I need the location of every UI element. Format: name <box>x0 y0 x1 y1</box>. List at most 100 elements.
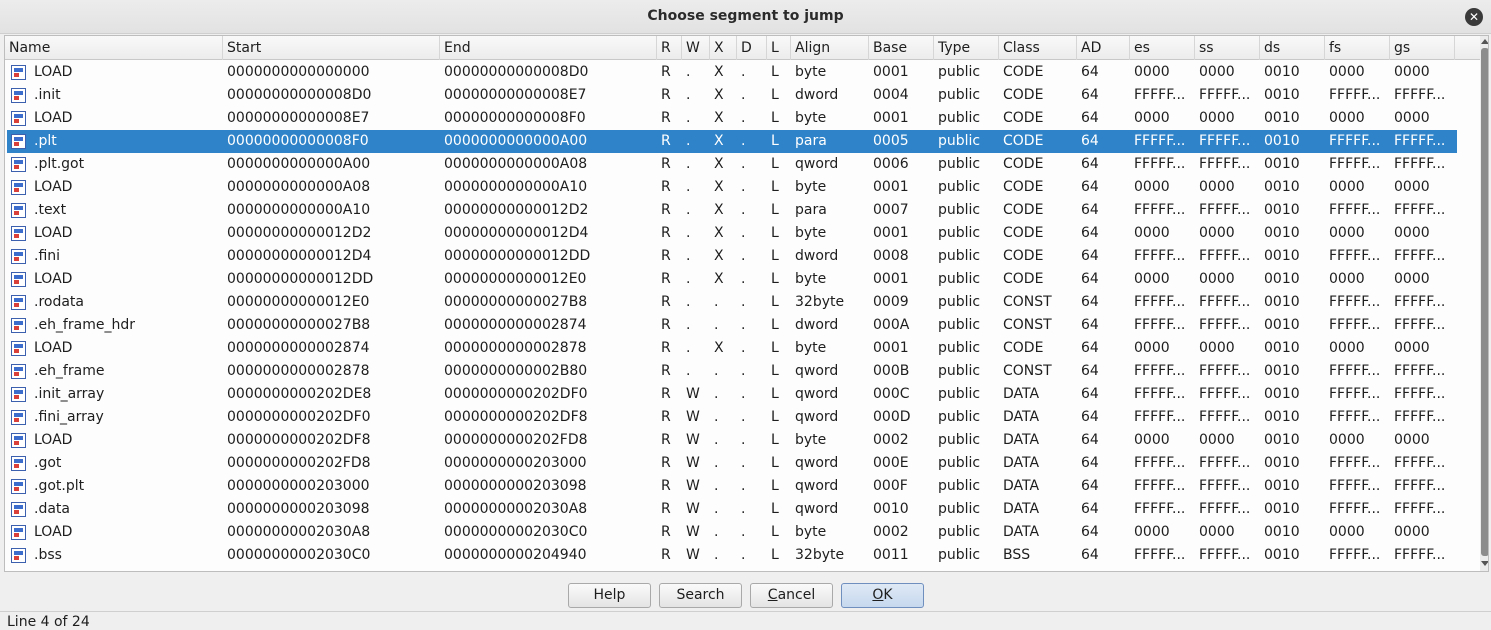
table-row[interactable]: .rodata 00000000000012E0 00000000000027B8 R… <box>7 291 1457 314</box>
column-header-gs[interactable]: gs <box>1390 36 1455 60</box>
cell-type: public <box>938 87 981 103</box>
cell-fs: 0000 <box>1329 64 1365 80</box>
scroll-thumb[interactable] <box>1481 48 1488 556</box>
table-row[interactable]: .eh_frame 0000000000002878 0000000000002B8… <box>7 360 1457 383</box>
help-button[interactable]: Help <box>568 583 651 608</box>
cell-ad: 64 <box>1081 386 1099 402</box>
cell-base: 000D <box>873 409 911 425</box>
cell-d: . <box>741 64 746 80</box>
cell-x: X <box>714 202 724 218</box>
status-bar: Line 4 of 24 <box>0 611 1491 630</box>
table-row[interactable]: .got.plt 0000000000203000 0000000000203098… <box>7 475 1457 498</box>
cell-fs: FFFFF... <box>1329 133 1381 149</box>
column-header-class[interactable]: Class <box>999 36 1077 60</box>
cell-end: 0000000000204940 <box>444 547 587 563</box>
cell-ss: 0000 <box>1199 179 1235 195</box>
cell-x: . <box>714 409 719 425</box>
table-row[interactable]: .plt 00000000000008F0 0000000000000A00 R. X.… <box>7 130 1457 153</box>
cell-name: .init_array <box>34 386 105 402</box>
cell-fs: 0000 <box>1329 271 1365 287</box>
table-row[interactable]: LOAD 00000000000012D2 00000000000012D4 R. X.… <box>7 222 1457 245</box>
cell-fs: FFFFF... <box>1329 363 1381 379</box>
column-header-start[interactable]: Start <box>223 36 440 60</box>
cell-align: para <box>795 133 827 149</box>
column-header-end[interactable]: End <box>440 36 657 60</box>
cell-ad: 64 <box>1081 202 1099 218</box>
scroll-up-arrow-icon[interactable] <box>1481 39 1488 44</box>
table-row[interactable]: LOAD 00000000000012DD 00000000000012E0 R. X.… <box>7 268 1457 291</box>
cell-end: 0000000000203098 <box>444 478 587 494</box>
vertical-scrollbar[interactable] <box>1480 36 1488 571</box>
cell-ad: 64 <box>1081 179 1099 195</box>
column-header-d[interactable]: D <box>737 36 767 60</box>
column-header-l[interactable]: L <box>767 36 791 60</box>
table-row[interactable]: .eh_frame_hdr 00000000000027B8 00000000000… <box>7 314 1457 337</box>
cell-class: DATA <box>1003 478 1040 494</box>
column-header-r[interactable]: R <box>657 36 682 60</box>
column-header-es[interactable]: es <box>1130 36 1195 60</box>
cell-x: . <box>714 547 719 563</box>
table-row[interactable]: .init 00000000000008D0 00000000000008E7 R. X… <box>7 84 1457 107</box>
cancel-button[interactable]: Cancel <box>750 583 833 608</box>
cell-ss: FFFFF... <box>1199 317 1251 333</box>
cell-name: .eh_frame <box>34 363 105 379</box>
table-row[interactable]: .fini 00000000000012D4 00000000000012DD R. X… <box>7 245 1457 268</box>
cell-type: public <box>938 179 981 195</box>
table-row[interactable]: LOAD 0000000000202DF8 0000000000202FD8 R W..… <box>7 429 1457 452</box>
cell-l: L <box>771 110 779 126</box>
table-row[interactable]: .bss 00000000002030C0 0000000000204940 R W..… <box>7 544 1457 567</box>
table-row[interactable]: LOAD 0000000000000000 00000000000008D0 R. X.… <box>7 61 1457 84</box>
column-header-w[interactable]: W <box>682 36 710 60</box>
cell-gs: 0000 <box>1394 432 1430 448</box>
cell-d: . <box>741 202 746 218</box>
column-header-base[interactable]: Base <box>869 36 934 60</box>
table-row[interactable]: .plt.got 0000000000000A00 0000000000000A08… <box>7 153 1457 176</box>
table-row[interactable]: .data 0000000000203098 00000000002030A8 R W.… <box>7 498 1457 521</box>
scroll-down-arrow-icon[interactable] <box>1481 561 1488 566</box>
cell-ds: 0010 <box>1264 156 1300 172</box>
table-row[interactable]: LOAD 0000000000002874 0000000000002878 R. X.… <box>7 337 1457 360</box>
cell-ad: 64 <box>1081 64 1099 80</box>
cell-name: .fini <box>34 248 61 264</box>
column-header-name[interactable]: Name <box>5 36 223 60</box>
cell-ss: FFFFF... <box>1199 363 1251 379</box>
search-button[interactable]: Search <box>659 583 742 608</box>
cell-ad: 64 <box>1081 524 1099 540</box>
cell-w: . <box>686 87 691 103</box>
cell-base: 0008 <box>873 248 909 264</box>
cell-ss: 0000 <box>1199 64 1235 80</box>
column-header-ss[interactable]: ss <box>1195 36 1260 60</box>
cell-align: dword <box>795 317 839 333</box>
column-header-x[interactable]: X <box>710 36 737 60</box>
cell-w: . <box>686 248 691 264</box>
table-row[interactable]: .text 0000000000000A10 00000000000012D2 R. X… <box>7 199 1457 222</box>
column-header-ad[interactable]: AD <box>1077 36 1130 60</box>
segment-icon <box>11 111 26 126</box>
ok-button[interactable]: OK <box>841 583 924 608</box>
cell-w: W <box>686 478 700 494</box>
table-row[interactable]: .fini_array 0000000000202DF0 0000000000202… <box>7 406 1457 429</box>
cell-ds: 0010 <box>1264 271 1300 287</box>
table-row[interactable]: LOAD 00000000002030A8 00000000002030C0 R W..… <box>7 521 1457 544</box>
table-row[interactable]: .got 0000000000202FD8 0000000000203000 R W..… <box>7 452 1457 475</box>
cell-es: FFFFF... <box>1134 363 1186 379</box>
table-row[interactable]: .init_array 0000000000202DE8 0000000000202… <box>7 383 1457 406</box>
table-row[interactable]: LOAD 00000000000008E7 00000000000008F0 R. X.… <box>7 107 1457 130</box>
cell-x: X <box>714 248 724 264</box>
column-header-type[interactable]: Type <box>934 36 999 60</box>
close-icon[interactable]: ✕ <box>1465 8 1483 26</box>
column-header-fs[interactable]: fs <box>1325 36 1390 60</box>
column-header-align[interactable]: Align <box>791 36 869 60</box>
cell-ss: FFFFF... <box>1199 156 1251 172</box>
table-row[interactable]: LOAD 0000000000000A08 0000000000000A10 R. X.… <box>7 176 1457 199</box>
cell-align: 32byte <box>795 547 845 563</box>
segment-icon <box>11 433 26 448</box>
cell-name: LOAD <box>34 524 73 540</box>
cell-ss: 0000 <box>1199 524 1235 540</box>
column-header-ds[interactable]: ds <box>1260 36 1325 60</box>
cell-r: R <box>661 455 671 471</box>
cell-d: . <box>741 501 746 517</box>
cell-x: X <box>714 87 724 103</box>
cell-x: X <box>714 179 724 195</box>
cell-ds: 0010 <box>1264 294 1300 310</box>
